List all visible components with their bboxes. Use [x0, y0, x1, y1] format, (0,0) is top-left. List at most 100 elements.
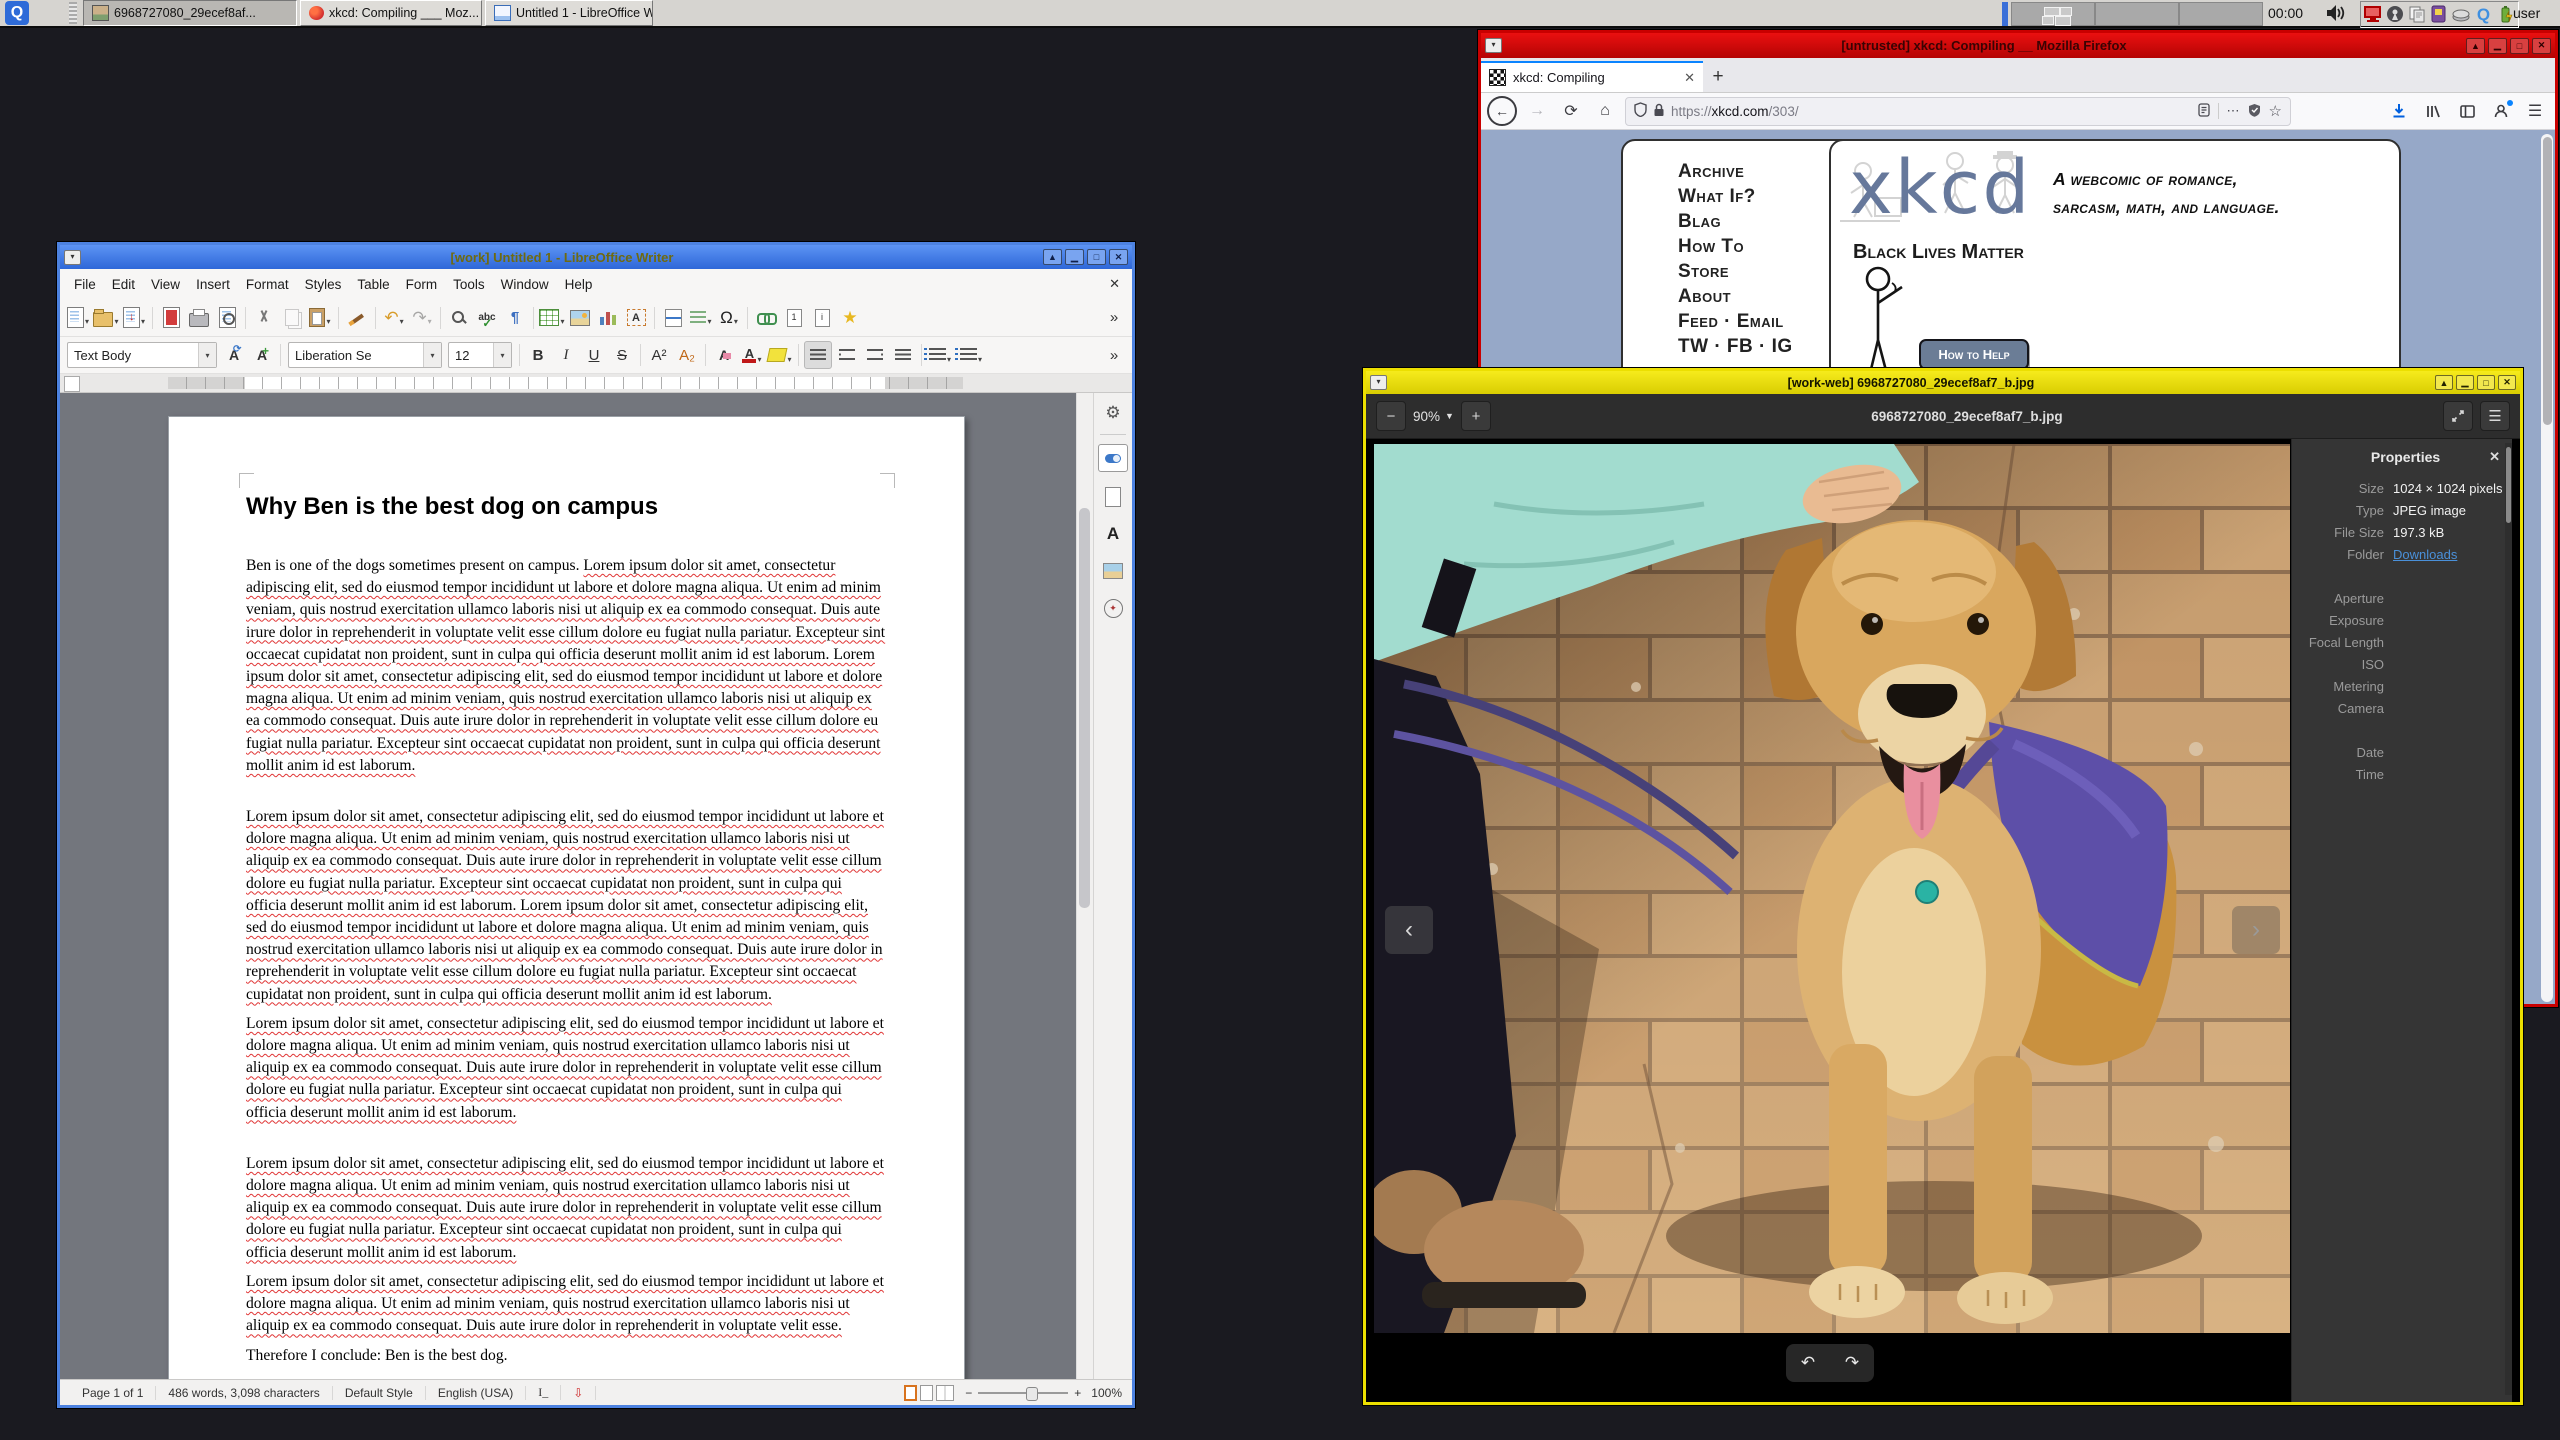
hyperlink-icon[interactable]	[753, 305, 779, 331]
url-bar[interactable]: https://xkcd.com/303/ ⋯ ☆	[1625, 96, 2291, 126]
strikethrough-icon[interactable]: S	[609, 342, 635, 368]
open-icon[interactable]: ▾	[93, 305, 119, 331]
display-icon[interactable]	[2364, 5, 2383, 24]
reload-icon[interactable]: ⟳	[1557, 97, 1585, 125]
update-style-icon[interactable]: A ⟳	[221, 342, 247, 368]
clear-formatting-icon[interactable]: A	[711, 342, 737, 368]
menu-insert[interactable]: Insert	[188, 277, 238, 292]
paragraph[interactable]: Lorem ipsum dolor sit amet, consectetur …	[246, 1013, 886, 1124]
subscript-icon[interactable]: A₂	[674, 342, 700, 368]
menu-window[interactable]: Window	[493, 277, 557, 292]
align-left-icon[interactable]	[804, 341, 832, 369]
shade-button[interactable]: ▲	[2435, 375, 2453, 390]
insert-field-icon[interactable]: ▾	[688, 305, 714, 331]
sidebar-icon[interactable]	[2453, 97, 2481, 125]
how-to-help-button[interactable]: How to Help	[1919, 339, 2029, 370]
properties-close-icon[interactable]: ✕	[2489, 449, 2500, 465]
find-replace-icon[interactable]	[446, 305, 472, 331]
empty-paragraph[interactable]	[246, 784, 886, 806]
zoom-level-dropdown[interactable]: 90% ▼	[1413, 409, 1454, 424]
page-style[interactable]: Default Style	[333, 1385, 426, 1400]
window-menu-icon[interactable]: ▾	[1485, 38, 1502, 53]
menu-format[interactable]: Format	[238, 277, 297, 292]
align-justify-icon[interactable]	[890, 342, 916, 368]
scrollbar-thumb[interactable]	[2506, 447, 2511, 523]
horizontal-ruler[interactable]	[60, 374, 1132, 393]
shade-button[interactable]: ▲	[2466, 37, 2485, 54]
rotate-left-icon[interactable]: ↶	[1801, 1353, 1815, 1373]
cut-icon[interactable]	[251, 305, 277, 331]
formatting-marks-icon[interactable]: ¶	[502, 305, 528, 331]
dog-photo[interactable]	[1374, 444, 2290, 1333]
app-menu-icon[interactable]: ☰	[2521, 97, 2549, 125]
clipboard-icon[interactable]	[2408, 5, 2427, 24]
copy-icon[interactable]	[279, 305, 305, 331]
multi-page-view-icon[interactable]	[919, 1384, 933, 1401]
menu-edit[interactable]: Edit	[104, 277, 143, 292]
firefox-titlebar[interactable]: ▾ [untrusted] xkcd: Compiling __ Mozilla…	[1481, 33, 2555, 58]
taskbar-button-image-viewer[interactable]: 6968727080_29ecef8af...	[83, 0, 297, 26]
reader-mode-icon[interactable]	[2197, 102, 2210, 120]
scrollbar-thumb[interactable]	[1079, 508, 1090, 908]
maximize-button[interactable]: □	[1087, 249, 1106, 265]
close-button[interactable]: ✕	[1109, 249, 1128, 265]
styles-deck-icon[interactable]: A	[1101, 522, 1125, 546]
paragraph[interactable]: Lorem ipsum dolor sit amet, consectetur …	[246, 1271, 886, 1338]
empty-paragraph[interactable]	[246, 1131, 886, 1153]
save-status-icon[interactable]: ⇩	[561, 1385, 597, 1400]
bookmark-star-icon[interactable]: ☆	[2269, 102, 2282, 120]
writer-titlebar[interactable]: ▾ [work] Untitled 1 - LibreOffice Writer…	[60, 245, 1132, 269]
special-character-icon[interactable]: Ω ▾	[716, 305, 742, 331]
forward-icon[interactable]: →	[1523, 97, 1551, 125]
insert-chart-icon[interactable]	[595, 305, 621, 331]
viewer-titlebar[interactable]: ▾ [work-web] 6968727080_29ecef8af7_b.jpg…	[1366, 371, 2520, 394]
disk-icon[interactable]	[2452, 5, 2471, 24]
toolbar-overflow-icon[interactable]: »	[1101, 342, 1127, 368]
close-button[interactable]: ✕	[2532, 37, 2551, 54]
menu-file[interactable]: File	[66, 277, 104, 292]
zoom-in-icon[interactable]: +	[1460, 401, 1491, 431]
zoom-out-icon[interactable]: −	[1376, 401, 1406, 431]
font-size-combo[interactable]: 12 ▾	[448, 342, 512, 368]
gallery-deck-icon[interactable]	[1101, 559, 1125, 583]
paragraph[interactable]: Lorem ipsum dolor sit amet, consectetur …	[246, 806, 886, 1006]
menu-form[interactable]: Form	[398, 277, 446, 292]
next-image-icon[interactable]: ›	[2232, 906, 2280, 954]
redo-icon[interactable]: ↷ ▾	[409, 305, 435, 331]
panel-scrollbar[interactable]	[2505, 443, 2512, 1395]
taskbar-button-writer[interactable]: Untitled 1 - LibreOffice W...	[485, 0, 653, 26]
document-heading[interactable]: Why Ben is the best dog on campus	[246, 493, 886, 521]
export-pdf-icon[interactable]	[158, 305, 184, 331]
document-canvas[interactable]: Why Ben is the best dog on campus Ben is…	[60, 393, 1076, 1379]
bold-icon[interactable]: B	[525, 342, 551, 368]
paragraph-style-combo[interactable]: Text Body ▾	[67, 342, 217, 368]
font-color-icon[interactable]: A ▾	[739, 342, 765, 368]
speaker-icon[interactable]	[2325, 3, 2347, 28]
page-break-icon[interactable]	[660, 305, 686, 331]
page-deck-icon[interactable]	[1101, 485, 1125, 509]
paragraph[interactable]: Lorem ipsum dolor sit amet, consectetur …	[246, 1153, 886, 1264]
paste-icon[interactable]: ▾	[307, 305, 333, 331]
fullscreen-icon[interactable]	[2443, 401, 2473, 431]
rotate-right-icon[interactable]: ↷	[1845, 1353, 1859, 1373]
menu-tools[interactable]: Tools	[445, 277, 493, 292]
maximize-button[interactable]: □	[2510, 37, 2529, 54]
workspace-2[interactable]	[2095, 2, 2179, 26]
minimize-button[interactable]: ▁	[2456, 375, 2474, 390]
page-count[interactable]: Page 1 of 1	[70, 1385, 157, 1400]
document-scrollbar[interactable]	[1076, 393, 1093, 1379]
tab-xkcd[interactable]: xkcd: Compiling ✕	[1481, 61, 1703, 92]
download-icon[interactable]	[2385, 97, 2413, 125]
close-button[interactable]: ✕	[2498, 375, 2516, 390]
back-icon[interactable]: ←	[1487, 96, 1517, 126]
numbered-list-icon[interactable]: ▾	[955, 342, 982, 368]
properties-deck-icon[interactable]	[1098, 444, 1128, 472]
shade-button[interactable]: ▲	[1043, 249, 1062, 265]
previous-image-icon[interactable]: ‹	[1385, 906, 1433, 954]
menu-help[interactable]: Help	[557, 277, 601, 292]
qubes-launcher-button[interactable]: Q	[5, 1, 29, 25]
menu-styles[interactable]: Styles	[297, 277, 350, 292]
scrollbar-thumb[interactable]	[2542, 137, 2552, 425]
font-name-combo[interactable]: Liberation Se ▾	[288, 342, 442, 368]
shield-check-icon[interactable]	[2248, 103, 2261, 120]
